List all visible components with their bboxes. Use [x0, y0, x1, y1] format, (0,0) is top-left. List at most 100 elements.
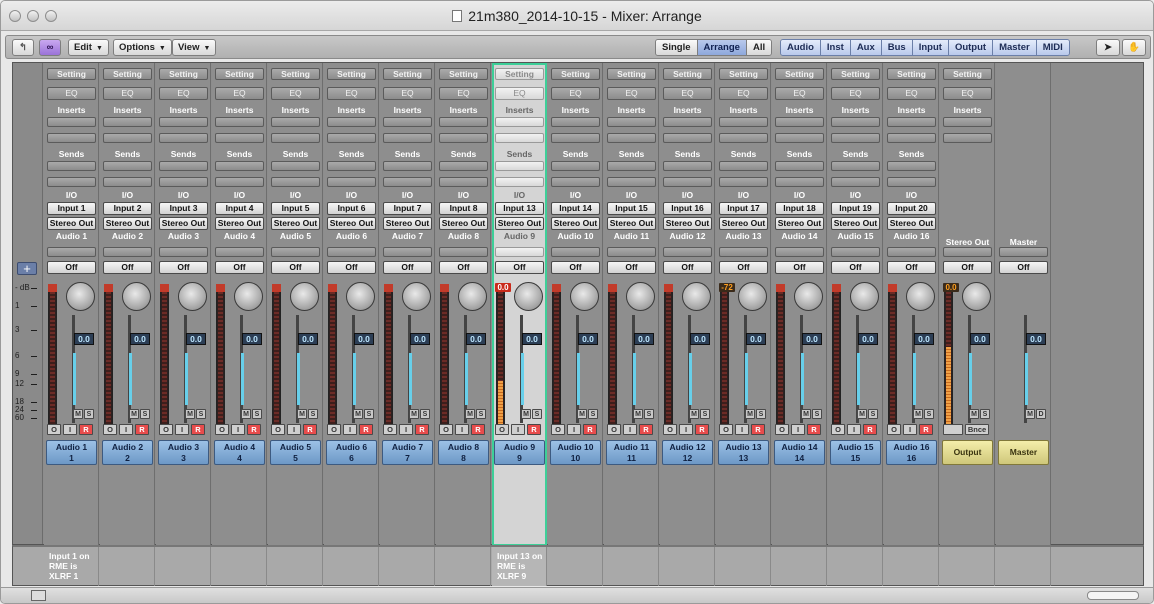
solo-button[interactable]: S — [364, 409, 374, 419]
track-name-8[interactable]: Audio 88 — [438, 440, 489, 465]
eq-display[interactable]: EQ — [607, 87, 656, 100]
volume-value[interactable]: 0.0 — [298, 333, 318, 345]
solo-button[interactable]: S — [644, 409, 654, 419]
track-name-6[interactable]: Audio 66 — [326, 440, 377, 465]
automation-mode[interactable]: Off — [775, 261, 824, 274]
automation-mode[interactable]: Off — [47, 261, 96, 274]
solo-button[interactable]: S — [532, 409, 542, 419]
group-slot[interactable] — [831, 247, 880, 257]
input-monitor-button[interactable]: I — [791, 424, 805, 435]
record-enable-button[interactable]: R — [135, 424, 149, 435]
mute-button[interactable]: M — [185, 409, 195, 419]
mode-single[interactable]: Single — [656, 40, 698, 55]
send-slot[interactable] — [159, 177, 208, 187]
bypass-button[interactable]: O — [775, 424, 789, 435]
send-slot[interactable] — [551, 161, 600, 171]
output-slot[interactable]: Stereo Out — [607, 217, 656, 230]
group-slot[interactable] — [439, 247, 488, 257]
volume-value[interactable]: 0.0 — [466, 333, 486, 345]
automation-mode[interactable]: Off — [607, 261, 656, 274]
group-slot[interactable] — [551, 247, 600, 257]
pan-knob[interactable] — [234, 282, 263, 311]
bypass-button[interactable]: O — [159, 424, 173, 435]
track-name-11[interactable]: Audio 11 11 — [606, 440, 657, 465]
input-slot[interactable]: Input 3 — [159, 202, 208, 215]
insert-slot[interactable] — [215, 133, 264, 143]
send-slot[interactable] — [47, 177, 96, 187]
setting-button[interactable]: Setting — [775, 68, 824, 80]
solo-button[interactable]: S — [756, 409, 766, 419]
output-slot[interactable]: Stereo Out — [831, 217, 880, 230]
input-slot[interactable]: Input 4 — [215, 202, 264, 215]
volume-value[interactable]: 0.0 — [186, 333, 206, 345]
send-slot[interactable] — [495, 161, 544, 171]
mute-button[interactable]: M — [521, 409, 531, 419]
output-slot[interactable]: Stereo Out — [551, 217, 600, 230]
mute-button[interactable]: M — [969, 409, 979, 419]
track-name-1[interactable]: Audio 11 — [46, 440, 97, 465]
automation-mode[interactable]: Off — [159, 261, 208, 274]
record-enable-button[interactable]: R — [583, 424, 597, 435]
setting-button[interactable]: Setting — [439, 68, 488, 80]
pan-knob[interactable] — [962, 282, 991, 311]
bypass-button[interactable]: O — [327, 424, 341, 435]
input-monitor-button[interactable]: I — [735, 424, 749, 435]
output-slot[interactable]: Stereo Out — [47, 217, 96, 230]
eq-display[interactable]: EQ — [495, 87, 544, 100]
insert-slot[interactable] — [47, 117, 96, 127]
mode-arrange[interactable]: Arrange — [697, 40, 747, 55]
pan-knob[interactable] — [402, 282, 431, 311]
setting-button[interactable]: Setting — [327, 68, 376, 80]
view-mode-segment[interactable]: Single Arrange All — [655, 39, 773, 56]
pan-knob[interactable] — [66, 282, 95, 311]
strip-note-11[interactable] — [604, 547, 659, 586]
automation-mode[interactable]: Off — [943, 261, 992, 274]
input-slot[interactable]: Input 15 — [607, 202, 656, 215]
send-slot[interactable] — [775, 161, 824, 171]
input-slot[interactable]: Input 2 — [103, 202, 152, 215]
insert-slot[interactable] — [607, 133, 656, 143]
output-slot[interactable]: Stereo Out — [663, 217, 712, 230]
eq-display[interactable]: EQ — [719, 87, 768, 100]
input-monitor-button[interactable]: I — [343, 424, 357, 435]
insert-slot[interactable] — [607, 117, 656, 127]
bypass-button[interactable]: O — [103, 424, 117, 435]
notes-toggle-icon[interactable] — [31, 590, 46, 601]
automation-mode[interactable]: Off — [663, 261, 712, 274]
eq-display[interactable]: EQ — [47, 87, 96, 100]
volume-value[interactable]: 0.0 — [354, 333, 374, 345]
solo-button[interactable]: S — [476, 409, 486, 419]
insert-slot[interactable] — [719, 117, 768, 127]
input-monitor-button[interactable]: I — [399, 424, 413, 435]
send-slot[interactable] — [495, 177, 544, 187]
eq-display[interactable]: EQ — [327, 87, 376, 100]
pan-knob[interactable] — [906, 282, 935, 311]
group-slot[interactable] — [159, 247, 208, 257]
filter-aux[interactable]: Aux — [850, 40, 882, 55]
setting-button[interactable]: Setting — [47, 68, 96, 80]
group-slot[interactable] — [103, 247, 152, 257]
pan-knob[interactable] — [122, 282, 151, 311]
record-enable-button[interactable]: R — [751, 424, 765, 435]
pan-knob[interactable] — [346, 282, 375, 311]
setting-button[interactable]: Setting — [271, 68, 320, 80]
bypass-button[interactable]: O — [47, 424, 61, 435]
record-enable-button[interactable]: R — [919, 424, 933, 435]
setting-button[interactable]: Setting — [607, 68, 656, 80]
send-slot[interactable] — [439, 177, 488, 187]
mute-button[interactable]: M — [745, 409, 755, 419]
volume-value[interactable]: 0.0 — [690, 333, 710, 345]
options-menu[interactable]: Options ▼ — [113, 39, 172, 56]
setting-button[interactable]: Setting — [551, 68, 600, 80]
insert-slot[interactable] — [887, 117, 936, 127]
input-slot[interactable]: Input 6 — [327, 202, 376, 215]
bypass-button[interactable]: O — [439, 424, 453, 435]
link-icon[interactable]: ∞ — [39, 39, 61, 56]
send-slot[interactable] — [887, 161, 936, 171]
eq-display[interactable]: EQ — [663, 87, 712, 100]
filter-inst[interactable]: Inst — [820, 40, 851, 55]
group-slot[interactable] — [999, 247, 1048, 257]
send-slot[interactable] — [271, 161, 320, 171]
bypass-button[interactable]: O — [271, 424, 285, 435]
insert-slot[interactable] — [831, 133, 880, 143]
